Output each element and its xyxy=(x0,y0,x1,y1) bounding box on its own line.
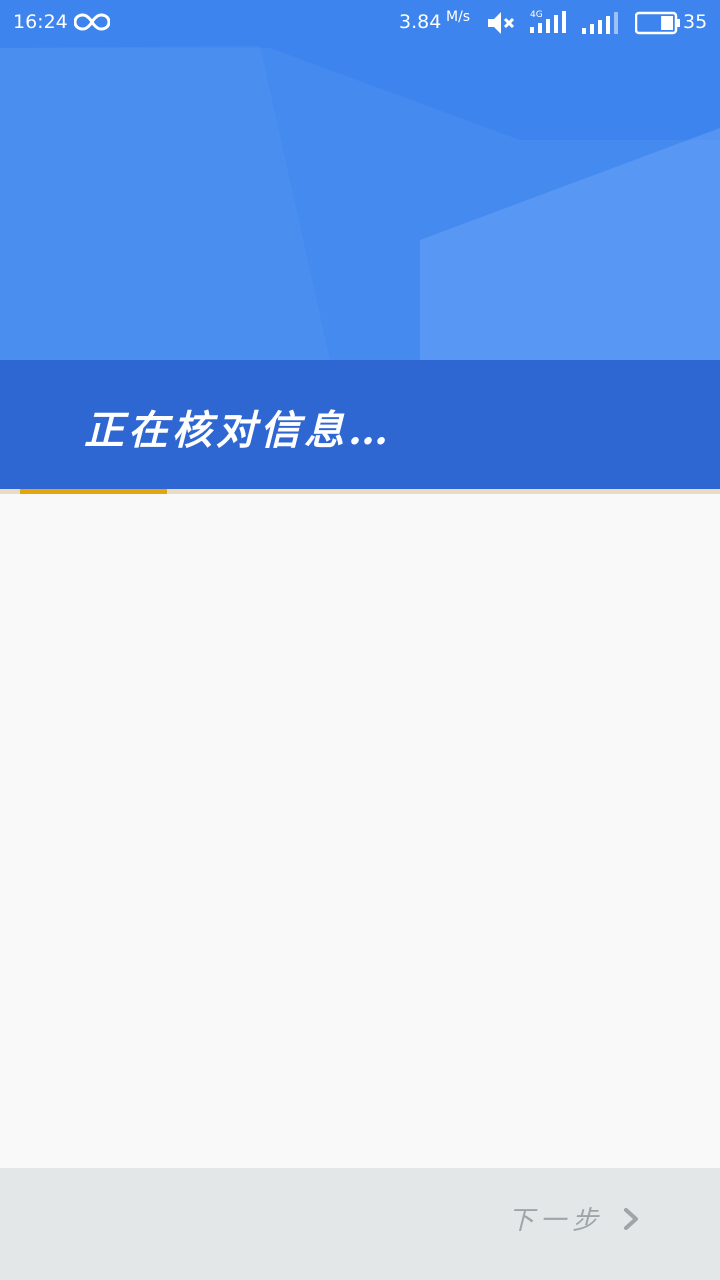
battery-icon xyxy=(634,11,681,40)
network-speed: 3.84 xyxy=(399,11,442,33)
signal-icon xyxy=(581,10,621,41)
signal-4g-icon: 4G xyxy=(529,9,569,40)
network-type-label: 4G xyxy=(530,10,543,20)
battery-percent: 35 xyxy=(683,11,708,33)
verification-message: 正在核对信息… xyxy=(84,407,392,454)
mute-icon xyxy=(486,10,516,41)
next-step-label: 下一步 xyxy=(507,1206,604,1236)
status-bar: 16:24 3.84 M/s 4G 35 xyxy=(0,0,720,46)
network-speed-unit: M/s xyxy=(446,9,471,25)
content-area xyxy=(0,494,720,1168)
status-time: 16:24 xyxy=(13,11,68,33)
chevron-right-icon xyxy=(624,1207,638,1230)
next-step-button[interactable]: 下一步 xyxy=(508,1200,642,1237)
infinity-icon xyxy=(73,11,111,38)
